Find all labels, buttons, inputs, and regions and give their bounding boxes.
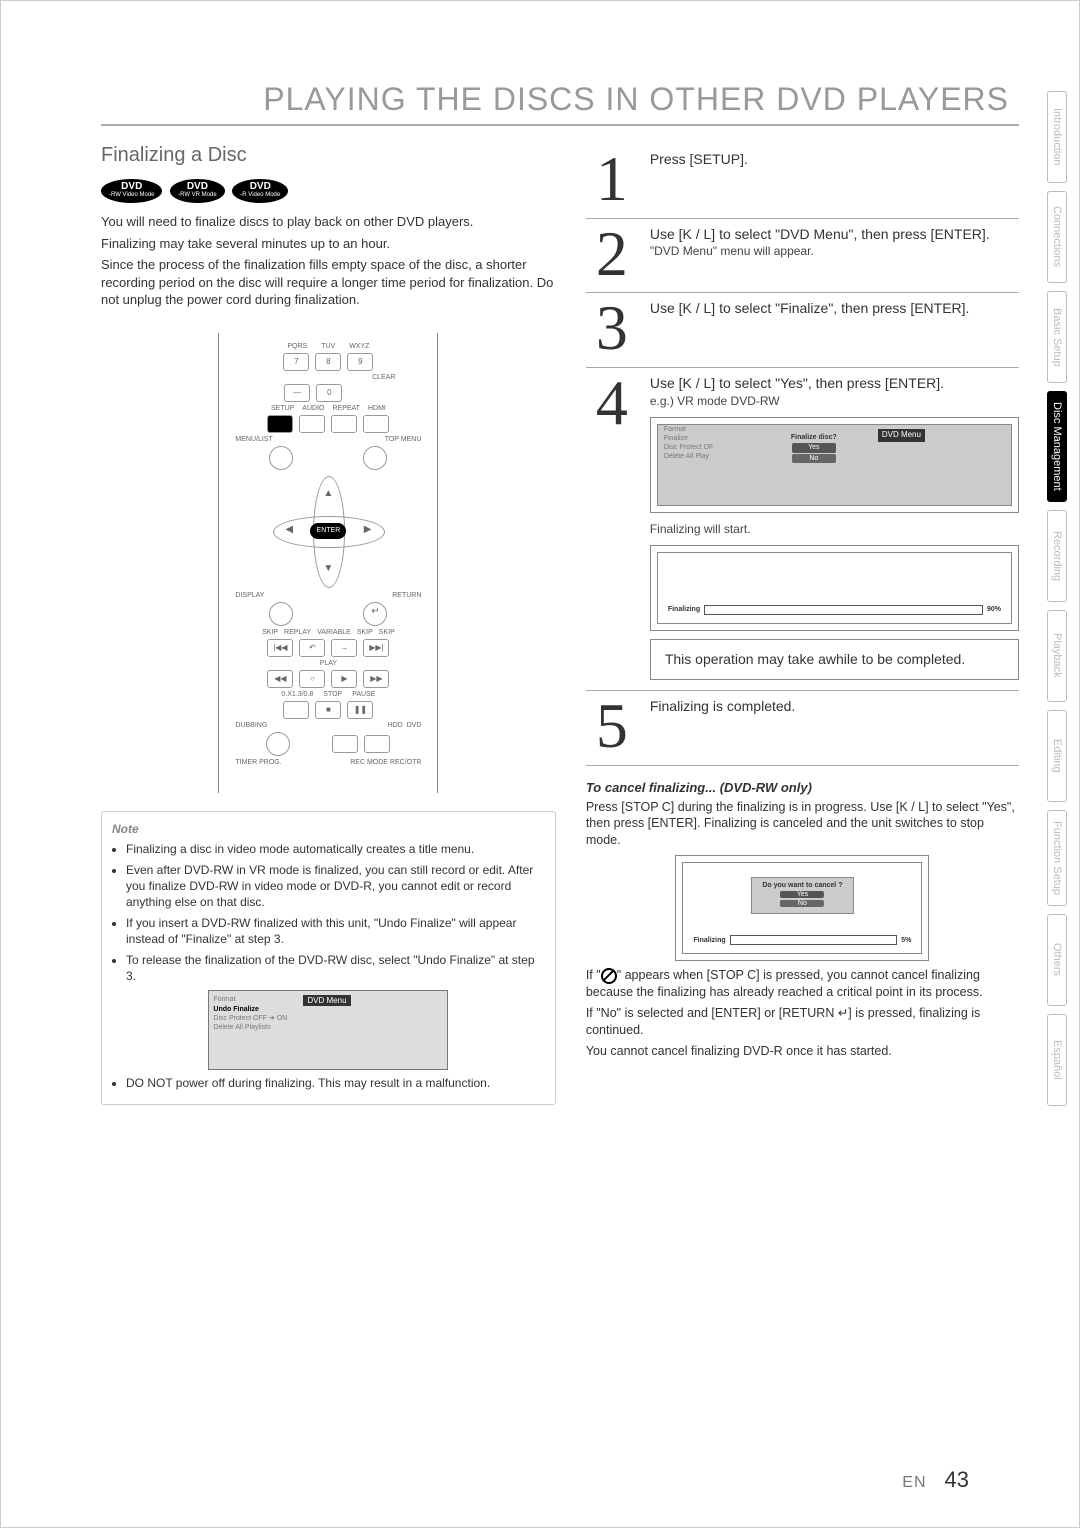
step-subtext: "DVD Menu" menu will appear. bbox=[650, 243, 1019, 259]
step-number: 1 bbox=[586, 150, 638, 208]
step-text: Use [K / L] to select "Yes", then press … bbox=[650, 374, 1019, 393]
side-tab-active[interactable]: Disc Management bbox=[1047, 391, 1067, 502]
return-button-icon: ↵ bbox=[363, 602, 387, 626]
side-tab[interactable]: Function Setup bbox=[1047, 810, 1067, 906]
note-item: DO NOT power off during finalizing. This… bbox=[126, 1076, 545, 1092]
note-heading: Note bbox=[112, 822, 545, 836]
step-number: 4 bbox=[586, 374, 638, 680]
remote-dpad: ENTER ▲ ▼ ◀ ▶ bbox=[273, 476, 383, 586]
disc-type-badges: DVD-RW Video Mode DVD-RW VR Mode DVD-R V… bbox=[101, 179, 556, 203]
undo-finalize-screen: DVD Menu Format Undo Finalize Disc Prote… bbox=[208, 990, 448, 1070]
finalize-prompt-screen: DVD Menu Format Finalize Disc Protect OF… bbox=[650, 417, 1019, 513]
cancel-text: If "No" is selected and [ENTER] or [RETU… bbox=[586, 1005, 1019, 1039]
side-tab[interactable]: Connections bbox=[1047, 191, 1067, 283]
cancel-text: Press [STOP C] during the finalizing is … bbox=[586, 799, 1019, 850]
disc-badge: DVD-RW VR Mode bbox=[170, 179, 225, 203]
step-text: Press [SETUP]. bbox=[650, 150, 1019, 208]
intro-text: You will need to finalize discs to play … bbox=[101, 213, 556, 231]
cancel-prompt-screen: Do you want to cancel ? Yes No Finalizin… bbox=[675, 855, 929, 961]
disc-badge: DVD-R Video Mode bbox=[232, 179, 288, 203]
stop-button-icon: ■ bbox=[315, 701, 341, 719]
remote-key-8: 8 bbox=[315, 353, 341, 371]
step-text: Use [K / L] to select "DVD Menu", then p… bbox=[650, 225, 1019, 244]
remote-diagram: PQRSTUVWXYZ 7 8 9 CLEAR — 0 SETUPAUDIORE… bbox=[218, 333, 438, 793]
prohibit-icon bbox=[601, 968, 617, 984]
disc-badge: DVD-RW Video Mode bbox=[101, 179, 162, 203]
side-tab[interactable]: Español bbox=[1047, 1014, 1067, 1106]
side-tab[interactable]: Recording bbox=[1047, 510, 1067, 602]
remote-key-0: 0 bbox=[316, 384, 342, 402]
note-item: Even after DVD-RW in VR mode is finalize… bbox=[126, 863, 545, 910]
side-tab[interactable]: Editing bbox=[1047, 710, 1067, 802]
setup-button-icon bbox=[267, 415, 293, 433]
note-item: To release the finalization of the DVD-R… bbox=[126, 953, 545, 984]
step-number: 2 bbox=[586, 225, 638, 283]
note-box: Note Finalizing a disc in video mode aut… bbox=[101, 811, 556, 1105]
step-text: Use [K / L] to select "Finalize", then p… bbox=[650, 299, 1019, 357]
section-subtitle: Finalizing a Disc bbox=[101, 144, 556, 167]
enter-button-icon: ENTER bbox=[310, 523, 346, 539]
intro-text: Since the process of the finalization fi… bbox=[101, 256, 556, 309]
step-number: 3 bbox=[586, 299, 638, 357]
page-number: EN43 bbox=[902, 1467, 969, 1493]
finalize-wait-note: This operation may take awhile to be com… bbox=[650, 639, 1019, 680]
step-number: 5 bbox=[586, 697, 638, 755]
cancel-heading: To cancel finalizing... (DVD-RW only) bbox=[586, 780, 1019, 795]
step-subtext: e.g.) VR mode DVD-RW bbox=[650, 393, 1019, 409]
side-tab[interactable]: Introduction bbox=[1047, 91, 1067, 183]
note-item: If you insert a DVD-RW finalized with th… bbox=[126, 916, 545, 947]
intro-text: Finalizing may take several minutes up t… bbox=[101, 235, 556, 253]
step-subtext: Finalizing will start. bbox=[650, 521, 1019, 537]
step-text: Finalizing is completed. bbox=[650, 697, 1019, 755]
side-tab[interactable]: Playback bbox=[1047, 610, 1067, 702]
remote-key-9: 9 bbox=[347, 353, 373, 371]
cancel-text: If "" appears when [STOP C] is pressed, … bbox=[586, 967, 1019, 1001]
remote-key-7: 7 bbox=[283, 353, 309, 371]
note-item: Finalizing a disc in video mode automati… bbox=[126, 842, 545, 858]
finalize-progress-screen: Finalizing 90% bbox=[650, 545, 1019, 631]
remote-key-dash: — bbox=[284, 384, 310, 402]
side-tab[interactable]: Others bbox=[1047, 914, 1067, 1006]
page-title: PLAYING THE DISCS IN OTHER DVD PLAYERS bbox=[101, 81, 1019, 126]
cancel-text: You cannot cancel finalizing DVD-R once … bbox=[586, 1043, 1019, 1060]
side-tabs: Introduction Connections Basic Setup Dis… bbox=[1047, 91, 1067, 1477]
side-tab[interactable]: Basic Setup bbox=[1047, 291, 1067, 383]
